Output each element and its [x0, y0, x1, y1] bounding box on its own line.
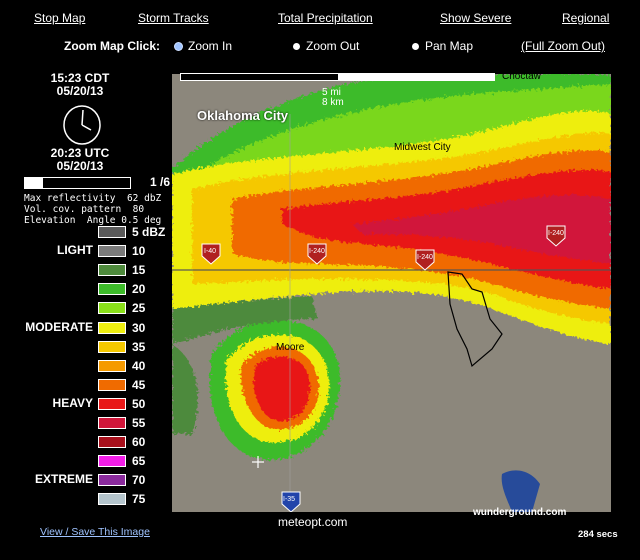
zoom-label: Zoom Map Click: — [64, 39, 161, 53]
legend-row: 60 — [0, 435, 175, 451]
legend-value: 25 — [132, 301, 146, 316]
scale-bar — [180, 73, 495, 81]
legend-row: HEAVY 50 — [0, 395, 175, 413]
legend-value: 10 — [132, 244, 146, 259]
legend-value: 50 — [132, 396, 146, 411]
legend-category: LIGHT — [57, 243, 93, 258]
legend-value: 35 — [132, 339, 146, 354]
legend-swatch — [98, 359, 126, 372]
pan-map-radio[interactable]: Pan Map — [412, 39, 473, 53]
legend-row: MODERATE 30 — [0, 319, 175, 337]
legend-value: 40 — [132, 358, 146, 373]
legend-value: 75 — [132, 492, 146, 507]
max-reflectivity: Max reflectivity 62 dbZ — [24, 193, 162, 204]
regional-link[interactable]: Regional — [562, 11, 609, 25]
city-label-oklahoma-city: Oklahoma City — [197, 108, 289, 123]
legend-value: 20 — [132, 282, 146, 297]
legend-swatch — [98, 378, 126, 391]
city-label-moore: Moore — [276, 342, 305, 353]
legend-row: 15 — [0, 263, 175, 279]
city-label-midwest-city: Midwest City — [394, 142, 451, 153]
shield-label: I-40 — [204, 248, 217, 255]
legend-row: 20 — [0, 282, 175, 298]
legend-row: EXTREME 70 — [0, 472, 175, 489]
local-date-text: 05/20/13 — [56, 84, 104, 98]
full-zoom-out-link[interactable]: (Full Zoom Out) — [521, 39, 605, 53]
frame-counter: 1 /6 — [150, 175, 171, 189]
radar-map[interactable]: Oklahoma City Midwest City Moore Choctaw… — [172, 74, 611, 512]
legend-value: 70 — [132, 473, 146, 488]
legend-value: 30 — [132, 320, 146, 335]
legend-swatch — [98, 417, 126, 429]
legend-row: 35 — [0, 339, 175, 356]
show-severe-link[interactable]: Show Severe — [440, 11, 511, 25]
legend-row: LIGHT 10 — [0, 243, 175, 260]
zoom-out-radio[interactable]: Zoom Out — [293, 39, 359, 53]
legend-swatch — [98, 493, 126, 506]
zoom-in-radio[interactable]: Zoom In — [175, 39, 232, 53]
legend-swatch — [98, 474, 126, 487]
shield-label: I-35 — [283, 496, 296, 503]
radio-icon — [412, 42, 419, 50]
credit-text: meteopt.com — [278, 515, 348, 529]
shield-label: I-240 — [417, 254, 433, 261]
radio-selected-icon — [175, 42, 182, 50]
legend-category: HEAVY — [52, 395, 93, 410]
legend-swatch — [98, 397, 126, 410]
legend-swatch — [98, 264, 126, 277]
stop-map-link[interactable]: Stop Map — [34, 11, 85, 25]
scale-km: 8 km — [322, 97, 344, 108]
legend-swatch — [98, 283, 126, 296]
local-time: 15:23 CDT 05/20/13 — [20, 72, 140, 98]
radar-image — [172, 74, 611, 512]
shield-label: I-240 — [548, 230, 564, 237]
zoom-controls: Zoom Map Click: Zoom In Zoom Out Pan Map… — [0, 39, 640, 57]
frame-progress-bar[interactable] — [24, 177, 131, 189]
corner-city-label: Choctaw — [502, 74, 541, 82]
clock-icon — [63, 105, 101, 145]
radio-icon — [293, 42, 300, 50]
zoom-out-label: Zoom Out — [306, 39, 360, 53]
zoom-in-label: Zoom In — [188, 39, 233, 53]
shield-label: I-240 — [309, 248, 325, 255]
wunderground-logo: wunderground.com — [473, 507, 567, 518]
legend-value: 60 — [132, 435, 146, 450]
legend-row: 45 — [0, 377, 175, 394]
view-save-image-link[interactable]: View / Save This Image — [40, 526, 150, 538]
pan-map-label: Pan Map — [425, 39, 474, 53]
legend-row: 5 dBZ — [0, 225, 175, 241]
legend-value: 55 — [132, 416, 146, 430]
refresh-seconds: 284 secs — [578, 529, 618, 540]
legend-value: 65 — [132, 454, 146, 469]
legend-category: EXTREME — [34, 472, 93, 487]
legend-swatch — [98, 226, 126, 238]
volume-coverage-pattern: Vol. cov. pattern 80 — [24, 204, 145, 215]
legend-swatch — [98, 245, 126, 258]
legend-row: 40 — [0, 358, 175, 375]
legend-row: 65 — [0, 454, 175, 470]
legend-value: 5 dBZ — [132, 225, 166, 239]
radar-info: Max reflectivity 62 dbZ Vol. cov. pattern… — [24, 193, 161, 226]
storm-tracks-link[interactable]: Storm Tracks — [138, 11, 209, 25]
legend-swatch — [98, 436, 126, 449]
legend-value: 45 — [132, 377, 146, 392]
legend-value: 15 — [132, 263, 146, 278]
total-precipitation-link[interactable]: Total Precipitation — [278, 11, 373, 25]
legend-swatch — [98, 455, 126, 468]
utc-time: 20:23 UTC 05/20/13 — [20, 147, 140, 173]
legend-category: MODERATE — [25, 319, 93, 334]
utc-date-text: 05/20/13 — [56, 159, 104, 173]
legend-row: 25 — [0, 301, 175, 317]
legend-swatch — [98, 321, 126, 334]
legend-swatch — [98, 340, 126, 353]
legend-swatch — [98, 302, 126, 315]
legend-row: 55 — [0, 416, 175, 432]
legend-row: 75 — [0, 492, 175, 508]
